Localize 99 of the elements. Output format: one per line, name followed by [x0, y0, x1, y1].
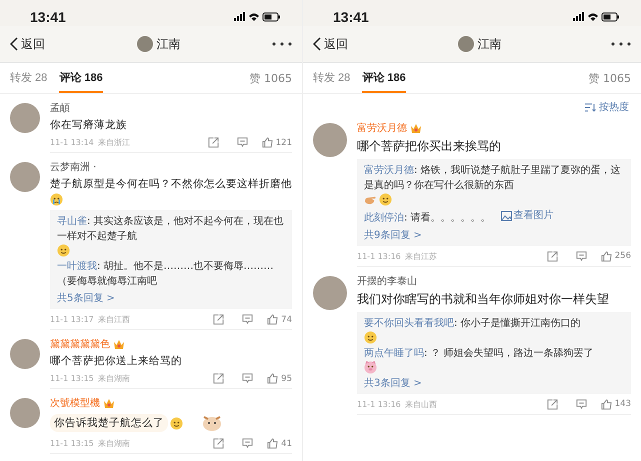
back-button[interactable]: 返回 [10, 36, 45, 52]
smiley-emoji-icon [364, 330, 377, 344]
like-button[interactable]: 256 [590, 250, 631, 262]
thumbs-up-icon [267, 373, 278, 384]
likes-count[interactable]: 赞 1065 [250, 70, 292, 86]
thumbs-up-icon [600, 250, 612, 262]
avatar[interactable] [10, 398, 40, 428]
comment-location: 来自山西 [404, 398, 437, 410]
comment-icon[interactable] [576, 398, 587, 410]
comment-location: 来自江西 [98, 314, 130, 325]
crying-emoji-icon [50, 193, 63, 206]
sort-button[interactable]: 按热度 [585, 100, 629, 114]
username[interactable]: 孟頔 [50, 101, 70, 115]
share-icon[interactable] [213, 438, 224, 449]
comment-text: 楚子航原型是今何在吗？不然你怎么要这样折磨他 [50, 177, 292, 191]
like-button[interactable]: 143 [590, 398, 631, 410]
avatar[interactable] [10, 162, 40, 192]
comment-time: 11-1 13:16 [357, 252, 401, 260]
reply-text: 一叶渡我: 胡扯。他不是………也不要侮辱………（要侮辱就侮辱江南吧 [57, 261, 274, 287]
tab[interactable]: 评论 186 [59, 64, 103, 92]
smiley-emoji-icon [379, 193, 392, 206]
more-replies-link[interactable]: 共5条回复 > [57, 291, 285, 305]
comment-time: 11-1 13:14 [50, 138, 94, 147]
crown-icon [113, 338, 125, 350]
like-button[interactable]: 74 [257, 314, 292, 325]
share-icon[interactable] [546, 398, 558, 410]
thumbs-up-icon [267, 314, 278, 325]
comment-icon[interactable] [576, 250, 587, 262]
status-time: 13:41 [333, 9, 369, 25]
avatar[interactable] [458, 36, 474, 52]
reply-text: 此刻停泊: 请看。。。。。。 [364, 212, 491, 224]
status-icons [573, 12, 619, 22]
comment-text: 你告诉我楚子航怎么了 [50, 414, 168, 432]
likes-count[interactable]: 赞 1065 [588, 70, 631, 86]
comment-text: 哪个菩萨把你买出来挨骂的 [357, 138, 501, 155]
tab[interactable]: 评论 186 [362, 64, 406, 92]
comment-text: 哪个菩萨把你送上来给骂的 [50, 354, 182, 368]
view-image-link[interactable]: 查看图片 [500, 208, 554, 223]
smiley-emoji-icon [170, 416, 183, 430]
tab[interactable]: 转发 28 [10, 64, 48, 92]
share-icon[interactable] [546, 250, 558, 262]
avatar[interactable] [10, 103, 40, 133]
comment-text: 我们对你瞎写的书就和当年你师姐对你一样失望 [357, 290, 609, 308]
pig-emoji-icon [364, 360, 377, 374]
more-icon[interactable] [272, 42, 292, 46]
thumbs-up-icon [267, 438, 278, 449]
image-icon [500, 210, 512, 220]
crown-icon [410, 122, 422, 134]
comment-time: 11-1 13:15 [50, 439, 94, 448]
comment-time: 11-1 13:16 [357, 400, 401, 408]
reply-box[interactable]: 寻山雀: 其实这条应该是，他对不起今何在，现在也一样对不起楚子航 一叶渡我: 胡扯。他不是………也不要侮辱………（要侮辱就侮辱江南吧 共5条回复 > [50, 210, 292, 309]
chevron-left-icon [313, 37, 321, 51]
reply-text: 要不你回头看看我吧: 你小子是懂撕开江南伤口的 [364, 318, 581, 328]
like-button[interactable]: 121 [252, 137, 292, 148]
comment-icon[interactable] [242, 438, 254, 449]
profile-name[interactable]: 江南 [156, 36, 180, 52]
like-button[interactable]: 41 [257, 438, 292, 449]
back-button[interactable]: 返回 [313, 36, 348, 52]
status-icons [234, 12, 280, 22]
comment-icon[interactable] [242, 314, 254, 325]
reply-box[interactable]: 要不你回头看看我吧: 你小子是懂撕开江南伤口的 两点午睡了吗: ？ 师姐会失望吗，路边一条舔狗罢了 共3条回复 > [357, 312, 631, 394]
reply-text: 寻山雀: 其实这条应该是，他对不起今何在，现在也一样对不起楚子航 [57, 216, 284, 242]
status-time: 13:41 [30, 9, 66, 25]
thumbs-up-icon [600, 398, 612, 410]
comment-icon[interactable] [236, 137, 248, 148]
avatar[interactable] [10, 339, 40, 369]
comment-icon[interactable] [242, 373, 254, 384]
avatar[interactable] [313, 276, 347, 310]
share-icon[interactable] [213, 373, 224, 384]
comment-time: 11-1 13:15 [50, 374, 94, 383]
username[interactable]: 开摆的李泰山 [357, 274, 417, 288]
username[interactable]: 云梦南洲 · [50, 160, 96, 174]
sort-icon [585, 102, 596, 112]
share-icon[interactable] [213, 314, 224, 325]
username[interactable]: 富劳沃月德 [357, 121, 407, 135]
comment-time: 11-1 13:17 [50, 315, 94, 324]
reply-box[interactable]: 富劳沃月德: 烙铁，我听说楚子航肚子里踹了夏弥的蛋，这是真的吗？你在写什么很新的东西 此刻停泊: 请看。。。。。。 查看图片 共9条回复 > [357, 159, 631, 246]
comment-location: 来自江苏 [404, 250, 437, 262]
reply-text: 两点午睡了吗: ？ 师姐会失望吗，路边一条舔狗罢了 [364, 348, 594, 358]
username[interactable]: 次號模型機 [50, 396, 100, 410]
profile-name[interactable]: 江南 [478, 36, 502, 52]
tab[interactable]: 转发 28 [313, 64, 350, 92]
reply-text: 富劳沃月德: 烙铁，我听说楚子航肚子里踹了夏弥的蛋，这是真的吗？你在写什么很新的东西 [364, 165, 621, 191]
avatar[interactable] [313, 123, 347, 157]
more-replies-link[interactable]: 共3条回复 > [364, 376, 624, 390]
share-icon[interactable] [208, 137, 219, 148]
more-replies-link[interactable]: 共9条回复 > [364, 228, 624, 242]
comment-location: 来自浙江 [98, 137, 130, 148]
username[interactable]: 黛黛黛黛黛色 [50, 337, 110, 351]
comment-location: 来自湖南 [98, 373, 130, 384]
smiley-emoji-icon [57, 244, 70, 257]
crown-icon [103, 398, 115, 408]
comment-location: 来自湖南 [98, 438, 130, 449]
chevron-left-icon [10, 37, 18, 51]
comment-text: 你在写瘠薄龙族 [50, 118, 127, 132]
like-button[interactable]: 95 [257, 373, 292, 384]
avatar[interactable] [136, 36, 152, 52]
thumbs-up-icon [262, 137, 273, 148]
more-icon[interactable] [611, 42, 631, 46]
